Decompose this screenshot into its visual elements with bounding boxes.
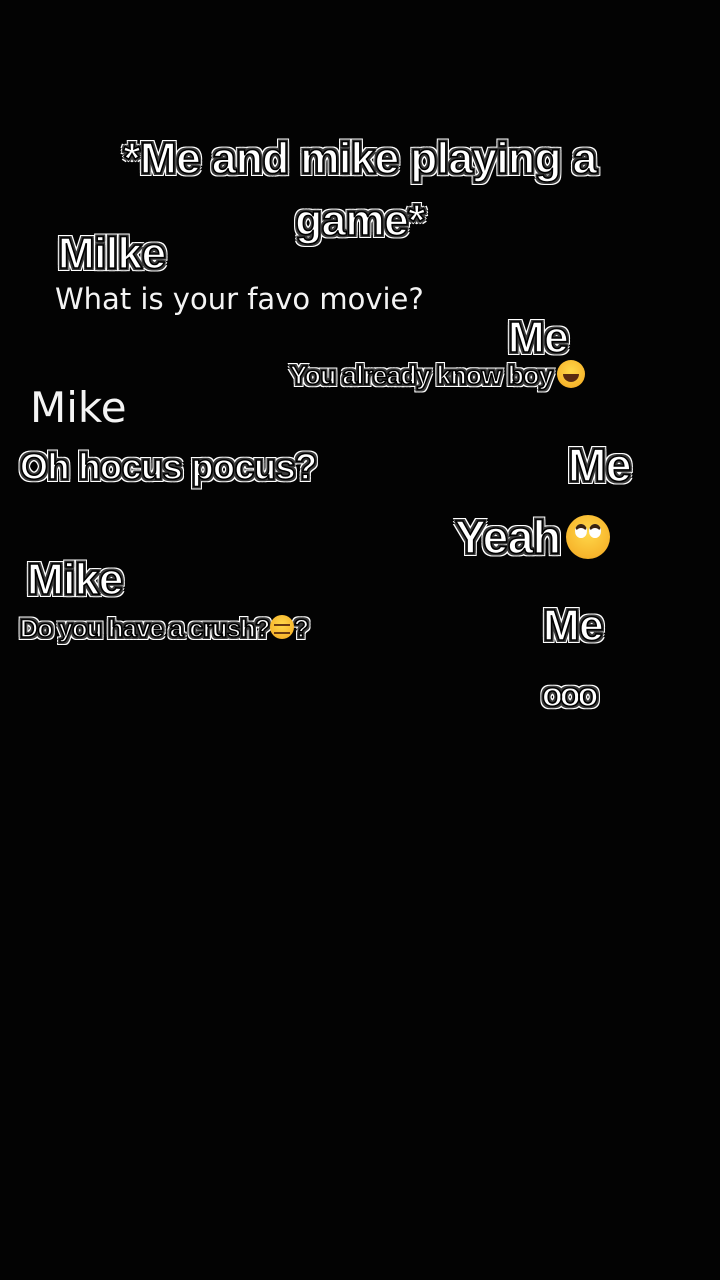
- face-with-rolling-eyes-icon: [566, 514, 611, 559]
- message-text-yeah: Yeah: [454, 511, 562, 563]
- message-row-already-know: You already know boy: [289, 360, 585, 391]
- message-row-yeah: Yeah: [454, 511, 611, 563]
- speaker-label-me-1: Me: [507, 313, 569, 362]
- speaker-label-me-2: Me: [567, 439, 632, 491]
- speaker-label-mike-1: Mike: [30, 383, 127, 432]
- speaker-label-milke: Milke: [57, 229, 167, 278]
- message-text-favorite-movie: What is your favo movie?: [55, 282, 424, 316]
- face-with-tears-of-joy-icon: [556, 360, 585, 389]
- message-text-already-know: You already know boy: [289, 360, 554, 390]
- message-text-crush-suffix: ?: [293, 615, 310, 643]
- speaker-label-me-3: Me: [542, 601, 604, 650]
- expressionless-face-icon: [269, 615, 294, 640]
- message-text-hocus-pocus: Oh hocus pocus?: [19, 446, 318, 487]
- speaker-label-mike-2: Mike: [26, 555, 124, 604]
- message-text-ooo: ooo: [541, 676, 599, 714]
- message-row-crush: Do you have a crush??: [19, 615, 310, 643]
- message-text-crush: Do you have a crush?: [19, 615, 271, 643]
